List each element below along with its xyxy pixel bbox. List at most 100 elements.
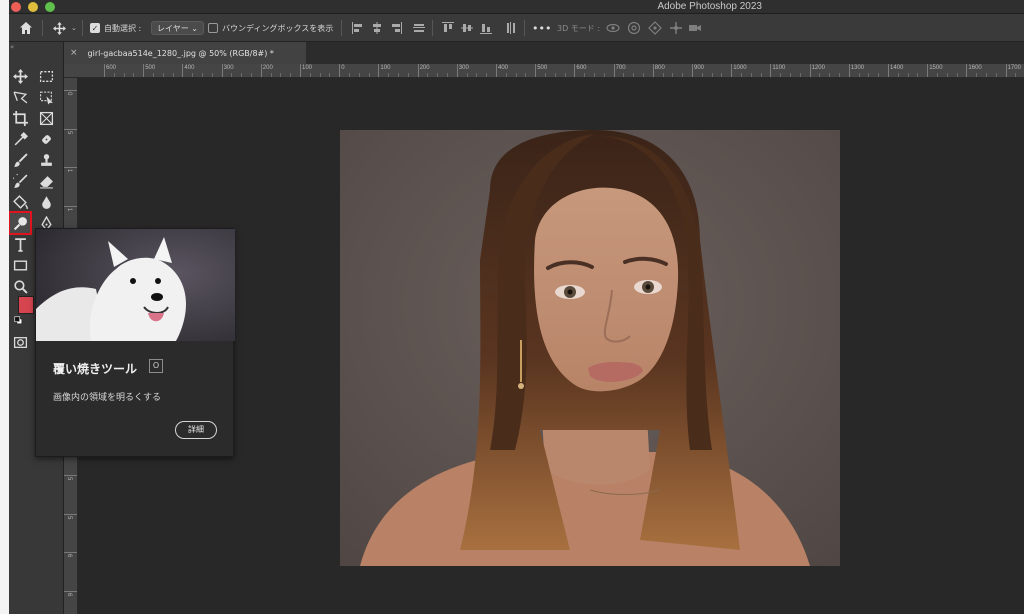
stamp-icon — [40, 153, 52, 166]
align-left-icon[interactable] — [352, 22, 364, 34]
ruler-tick — [64, 205, 77, 207]
ruler-minor-tick — [192, 73, 194, 77]
align-top-icon[interactable] — [442, 22, 454, 34]
details-button[interactable]: 詳細 — [175, 421, 217, 439]
home-button[interactable] — [19, 14, 33, 42]
3d-pan-icon[interactable] — [648, 21, 662, 35]
3d-slide-icon[interactable] — [669, 21, 683, 35]
close-tab-icon[interactable]: × — [70, 48, 78, 58]
foreground-color-swatch[interactable] — [18, 296, 34, 314]
ruler-label: 1600 — [968, 65, 982, 71]
quick-mask-tool[interactable] — [10, 332, 30, 352]
ruler-minor-tick — [270, 73, 272, 77]
show-bounding-box-checkbox[interactable] — [208, 23, 218, 33]
ruler-tick — [221, 64, 223, 77]
align-middle-icon[interactable] — [461, 22, 473, 34]
auto-select-target-value: レイヤー — [157, 24, 189, 33]
ruler-label: 600 — [106, 65, 117, 71]
ruler-tick — [535, 64, 537, 77]
title-bar: Adobe Photoshop 2023 — [0, 0, 1024, 14]
healing-brush-tool[interactable] — [36, 129, 56, 149]
ruler-minor-tick — [231, 73, 233, 77]
paint-bucket-tool[interactable] — [10, 192, 30, 212]
ruler-minor-tick — [211, 73, 213, 77]
ruler-minor-tick — [153, 73, 154, 77]
ruler-minor-tick — [741, 73, 742, 77]
type-tool[interactable] — [10, 234, 30, 254]
ruler-tick — [809, 64, 811, 77]
ruler-tick — [64, 475, 77, 476]
align-center-icon[interactable] — [371, 22, 383, 34]
ruler-minor-tick — [839, 73, 840, 77]
3d-camera-icon[interactable] — [688, 21, 702, 35]
3d-roll-icon[interactable] — [627, 21, 641, 35]
move-tool[interactable] — [10, 66, 30, 86]
ruler-minor-tick — [594, 73, 595, 77]
ruler-label: 0 — [341, 65, 345, 71]
auto-select-checkbox[interactable]: ✓ — [90, 23, 100, 33]
history-brush-tool[interactable] — [10, 171, 30, 191]
water-drop-icon — [41, 195, 51, 209]
ruler-label: 5 — [66, 477, 72, 481]
eyedropper-tool[interactable] — [10, 129, 30, 149]
ruler-label: 300 — [223, 65, 234, 71]
distribute-vertical-icon[interactable] — [505, 22, 517, 34]
eraser-icon — [39, 175, 53, 188]
ruler-minor-tick — [123, 73, 125, 77]
ruler-tick — [966, 64, 968, 77]
ruler-tick — [613, 64, 615, 77]
ruler-label: 800 — [654, 65, 665, 71]
move-tool-preset[interactable]: ⌄ — [53, 14, 77, 42]
rectangle-tool[interactable] — [10, 255, 30, 275]
align-right-icon[interactable] — [390, 22, 402, 34]
ruler-minor-tick — [672, 73, 674, 77]
lasso-tool[interactable] — [10, 87, 30, 107]
object-selection-tool[interactable] — [36, 87, 56, 107]
ruler-minor-tick — [662, 73, 664, 77]
frame-tool[interactable] — [36, 108, 56, 128]
tooltip-preview-image — [36, 229, 235, 341]
portrait-photo — [340, 130, 840, 566]
brush-tool[interactable] — [10, 150, 30, 170]
quick-mask-icon — [13, 336, 27, 348]
ruler-minor-tick — [251, 73, 252, 77]
crop-tool[interactable] — [10, 108, 30, 128]
ruler-tick — [64, 128, 77, 130]
marquee-tool[interactable] — [36, 66, 56, 86]
ruler-minor-tick — [172, 73, 174, 77]
dodge-icon — [13, 216, 27, 230]
ruler-minor-tick — [976, 73, 978, 77]
ruler-label: 1200 — [811, 65, 825, 71]
align-bottom-icon[interactable] — [480, 22, 492, 34]
distribute-horizontal-icon[interactable] — [413, 22, 425, 34]
ruler-label: 1100 — [772, 65, 786, 71]
zoom-tool[interactable] — [10, 276, 30, 296]
ruler-tick — [64, 167, 77, 168]
more-options-button[interactable]: ••• — [532, 14, 551, 42]
ruler-minor-tick — [682, 73, 684, 77]
document-tab[interactable]: × girl-gacbaa514e_1280_.jpg @ 50% (RGB/8… — [64, 42, 306, 64]
ruler-minor-tick — [545, 73, 546, 77]
dodge-tool[interactable] — [8, 211, 32, 235]
eraser-tool[interactable] — [36, 171, 56, 191]
ruler-label: 1000 — [733, 65, 747, 71]
document-tab-bar: × girl-gacbaa514e_1280_.jpg @ 50% (RGB/8… — [64, 42, 1024, 64]
blur-tool[interactable] — [36, 192, 56, 212]
auto-select-target-dropdown[interactable]: レイヤー ⌄ — [151, 21, 205, 35]
history-brush-icon — [12, 173, 28, 188]
ruler-tick — [496, 64, 497, 77]
3d-orbit-icon[interactable] — [606, 21, 620, 35]
tooltip-title: 覆い焼きツール — [53, 362, 138, 376]
brush-icon — [13, 152, 28, 167]
collapse-panel-icon[interactable]: « — [10, 43, 14, 51]
ruler-tick — [64, 90, 77, 91]
ruler-minor-tick — [309, 73, 311, 77]
clone-stamp-tool[interactable] — [36, 150, 56, 170]
default-colors-button[interactable] — [12, 314, 26, 328]
ruler-tick — [692, 64, 693, 77]
bandage-icon — [41, 134, 51, 144]
document-image[interactable] — [340, 130, 840, 566]
ruler-tick — [260, 64, 262, 77]
default-colors-icon — [14, 316, 23, 325]
options-bar: ⌄ ✓ 自動選択 : レイヤー ⌄ バウンディングボックスを表示 ••• 3D … — [0, 14, 1024, 42]
